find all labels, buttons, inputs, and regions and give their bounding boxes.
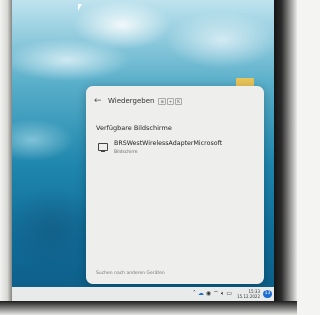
- taskbar: ˄ ☁ ◉ ⌔ 🔈︎ ▭ 15:33 15.12.2022 13: [12, 287, 274, 301]
- windows-key-icon: ⊞: [158, 97, 166, 105]
- cast-flyout: ← Wiedergeben ⊞ + K Verfügbare Bildschir…: [86, 86, 264, 284]
- keyboard-shortcut: ⊞ + K: [158, 97, 182, 105]
- system-tray: ˄ ☁ ◉ ⌔ 🔈︎ ▭ 15:33 15.12.2022: [193, 289, 260, 299]
- device-list-item[interactable]: BRSWestWirelessAdapterMicrosoft Bildschi…: [96, 138, 256, 160]
- notification-badge[interactable]: 13: [263, 290, 272, 298]
- monitor-bezel-right: [273, 0, 297, 315]
- mouse-cursor-icon: [78, 4, 82, 11]
- battery-icon[interactable]: ▭: [226, 289, 232, 299]
- desktop-screen: ← Wiedergeben ⊞ + K Verfügbare Bildschir…: [12, 0, 274, 301]
- device-type: Bildschirm: [114, 150, 138, 155]
- plus-key: +: [166, 97, 175, 105]
- monitor-bezel-bottom: [0, 301, 297, 315]
- back-arrow-icon[interactable]: ←: [94, 96, 104, 106]
- available-displays-heading: Verfügbare Bildschirme: [96, 124, 172, 132]
- monitor-icon: [98, 143, 108, 152]
- chrome-icon[interactable]: ◉: [206, 289, 211, 299]
- device-name: BRSWestWirelessAdapterMicrosoft: [114, 140, 223, 147]
- chevron-up-icon[interactable]: ˄: [193, 289, 196, 299]
- flyout-header: ← Wiedergeben ⊞ + K: [94, 94, 182, 108]
- clock[interactable]: 15:33 15.12.2022: [237, 289, 260, 299]
- flyout-title: Wiedergeben: [108, 97, 155, 105]
- clock-date: 15.12.2022: [237, 294, 260, 299]
- volume-icon[interactable]: 🔈︎: [221, 289, 225, 299]
- search-other-devices-link[interactable]: Suchen nach anderen Geräten: [96, 271, 165, 276]
- k-key: K: [175, 97, 182, 105]
- cloud-icon[interactable]: ☁: [198, 289, 204, 299]
- wifi-icon[interactable]: ⌔: [213, 289, 219, 299]
